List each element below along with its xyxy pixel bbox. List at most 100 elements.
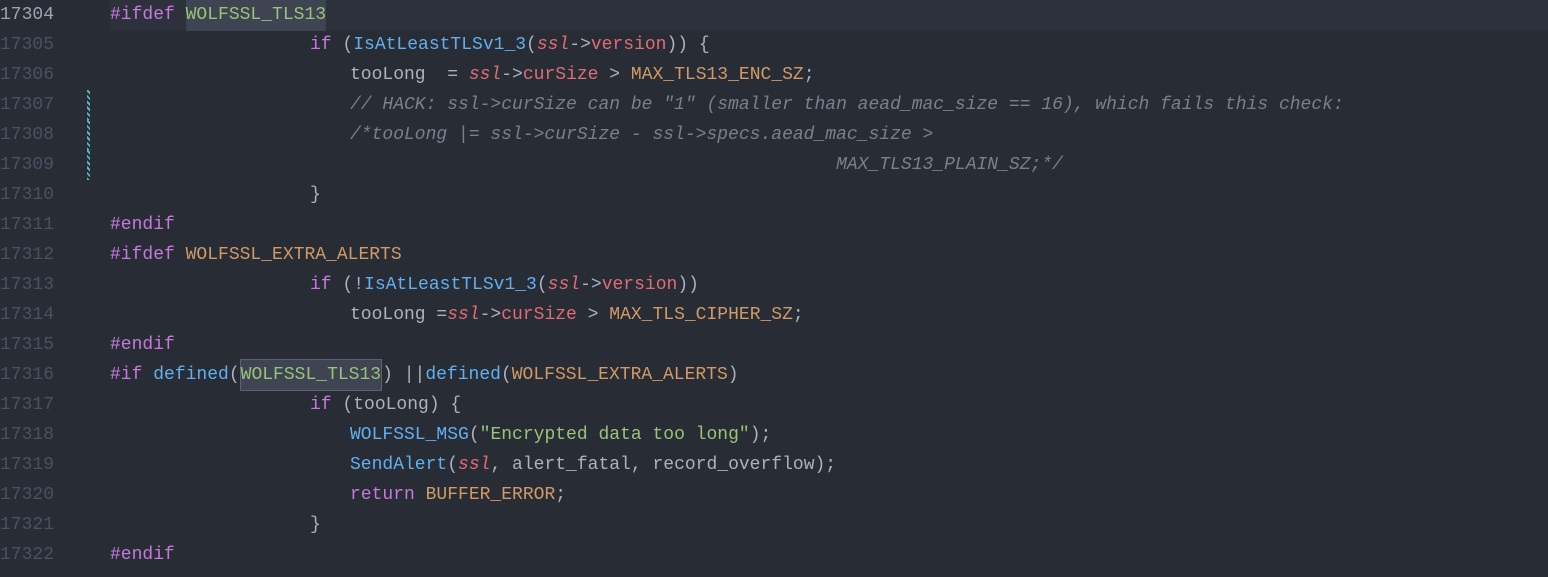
- token: MAX_TLS_CIPHER_SZ: [609, 300, 793, 330]
- line-number: 17312: [0, 240, 78, 270]
- token: // HACK: ssl->curSize can be "1" (smalle…: [350, 90, 1344, 120]
- line-number: 17322: [0, 540, 78, 570]
- code-line[interactable]: #endif: [110, 330, 1548, 360]
- token: return: [350, 480, 415, 510]
- code-line[interactable]: tooLong = ssl->curSize > MAX_TLS_CIPHER_…: [110, 300, 1548, 330]
- token: (: [332, 30, 354, 60]
- token: (: [447, 450, 458, 480]
- token: ssl: [548, 270, 580, 300]
- line-number: 17319: [0, 450, 78, 480]
- token: );: [750, 420, 772, 450]
- code-line[interactable]: #endif: [110, 210, 1548, 240]
- token: defined: [153, 360, 229, 390]
- code-line[interactable]: /*tooLong |= ssl->curSize - ssl->specs.a…: [110, 120, 1548, 150]
- line-number: 17313: [0, 270, 78, 300]
- token: ssl: [447, 300, 479, 330]
- line-number: 17307: [0, 90, 78, 120]
- line-number: 17320: [0, 480, 78, 510]
- token: "Encrypted data too long": [480, 420, 750, 450]
- code-editor[interactable]: 1730417305173061730717308173091731017311…: [0, 0, 1548, 570]
- indent: [110, 60, 350, 90]
- indent: [110, 300, 350, 330]
- token: #ifdef: [110, 240, 175, 270]
- token: WOLFSSL_TLS13: [240, 359, 382, 391]
- token: curSize: [523, 60, 599, 90]
- token: IsAtLeastTLSv1_3: [364, 270, 537, 300]
- token: [175, 0, 186, 30]
- indent: [110, 420, 350, 450]
- line-number: 17305: [0, 30, 78, 60]
- token: >: [598, 60, 630, 90]
- line-number: 17317: [0, 390, 78, 420]
- token: /*tooLong |= ssl->curSize - ssl->specs.a…: [350, 120, 933, 150]
- token: defined: [425, 360, 501, 390]
- indent: [110, 450, 350, 480]
- token: WOLFSSL_EXTRA_ALERTS: [512, 360, 728, 390]
- token: ssl: [458, 450, 490, 480]
- token: ;: [804, 60, 815, 90]
- code-area[interactable]: #ifdef WOLFSSL_TLS13if (IsAtLeastTLSv1_3…: [90, 0, 1548, 570]
- code-line[interactable]: SendAlert(ssl, alert_fatal, record_overf…: [110, 450, 1548, 480]
- token: [142, 360, 153, 390]
- code-line[interactable]: WOLFSSL_MSG("Encrypted data too long");: [110, 420, 1548, 450]
- token: }: [310, 510, 321, 540]
- token: version: [602, 270, 678, 300]
- token: }: [310, 180, 321, 210]
- code-line[interactable]: }: [110, 510, 1548, 540]
- token: (: [332, 270, 354, 300]
- token: ;: [793, 300, 804, 330]
- token: WOLFSSL_EXTRA_ALERTS: [186, 240, 402, 270]
- token: ) ||: [382, 360, 425, 390]
- code-line[interactable]: if (tooLong) {: [110, 390, 1548, 420]
- token: #endif: [110, 540, 175, 570]
- token: if: [310, 270, 332, 300]
- token: ->: [501, 60, 523, 90]
- token: ->: [569, 30, 591, 60]
- code-line[interactable]: MAX_TLS13_PLAIN_SZ;*/: [110, 150, 1548, 180]
- token: #ifdef: [110, 0, 175, 30]
- token: , alert_fatal, record_overflow);: [490, 450, 836, 480]
- token: if: [310, 390, 332, 420]
- line-number: 17321: [0, 510, 78, 540]
- line-number: 17315: [0, 330, 78, 360]
- code-line[interactable]: #ifdef WOLFSSL_EXTRA_ALERTS: [110, 240, 1548, 270]
- token: if: [310, 30, 332, 60]
- gutter: 1730417305173061730717308173091731017311…: [0, 0, 90, 570]
- token: WOLFSSL_TLS13: [186, 0, 326, 31]
- indent: [110, 180, 310, 210]
- token: MAX_TLS13_PLAIN_SZ;*/: [350, 150, 1063, 180]
- token: ssl: [469, 60, 501, 90]
- code-line[interactable]: if (IsAtLeastTLSv1_3(ssl->version)) {: [110, 30, 1548, 60]
- line-number: 17316: [0, 360, 78, 390]
- line-number: 17308: [0, 120, 78, 150]
- indent: [110, 90, 350, 120]
- token: (tooLong) {: [332, 390, 462, 420]
- token: BUFFER_ERROR: [426, 480, 556, 510]
- token: ->: [580, 270, 602, 300]
- token: tooLong =: [350, 300, 447, 330]
- token: ->: [480, 300, 502, 330]
- code-line[interactable]: #ifdef WOLFSSL_TLS13: [110, 0, 1548, 30]
- code-line[interactable]: if (!IsAtLeastTLSv1_3(ssl->version)): [110, 270, 1548, 300]
- token: >: [577, 300, 609, 330]
- indent: [110, 120, 350, 150]
- token: [415, 480, 426, 510]
- token: (: [537, 270, 548, 300]
- code-line[interactable]: // HACK: ssl->curSize can be "1" (smalle…: [110, 90, 1548, 120]
- token: (: [501, 360, 512, 390]
- line-number: 17318: [0, 420, 78, 450]
- code-line[interactable]: tooLong = ssl->curSize > MAX_TLS13_ENC_S…: [110, 60, 1548, 90]
- indent: [110, 30, 310, 60]
- line-number: 17310: [0, 180, 78, 210]
- code-line[interactable]: #if defined(WOLFSSL_TLS13) || defined(WO…: [110, 360, 1548, 390]
- token: #endif: [110, 330, 175, 360]
- code-line[interactable]: }: [110, 180, 1548, 210]
- line-number: 17314: [0, 300, 78, 330]
- token: version: [591, 30, 667, 60]
- token: #endif: [110, 210, 175, 240]
- token: (: [526, 30, 537, 60]
- indent: [110, 510, 310, 540]
- token: [175, 240, 186, 270]
- code-line[interactable]: return BUFFER_ERROR;: [110, 480, 1548, 510]
- code-line[interactable]: #endif: [110, 540, 1548, 570]
